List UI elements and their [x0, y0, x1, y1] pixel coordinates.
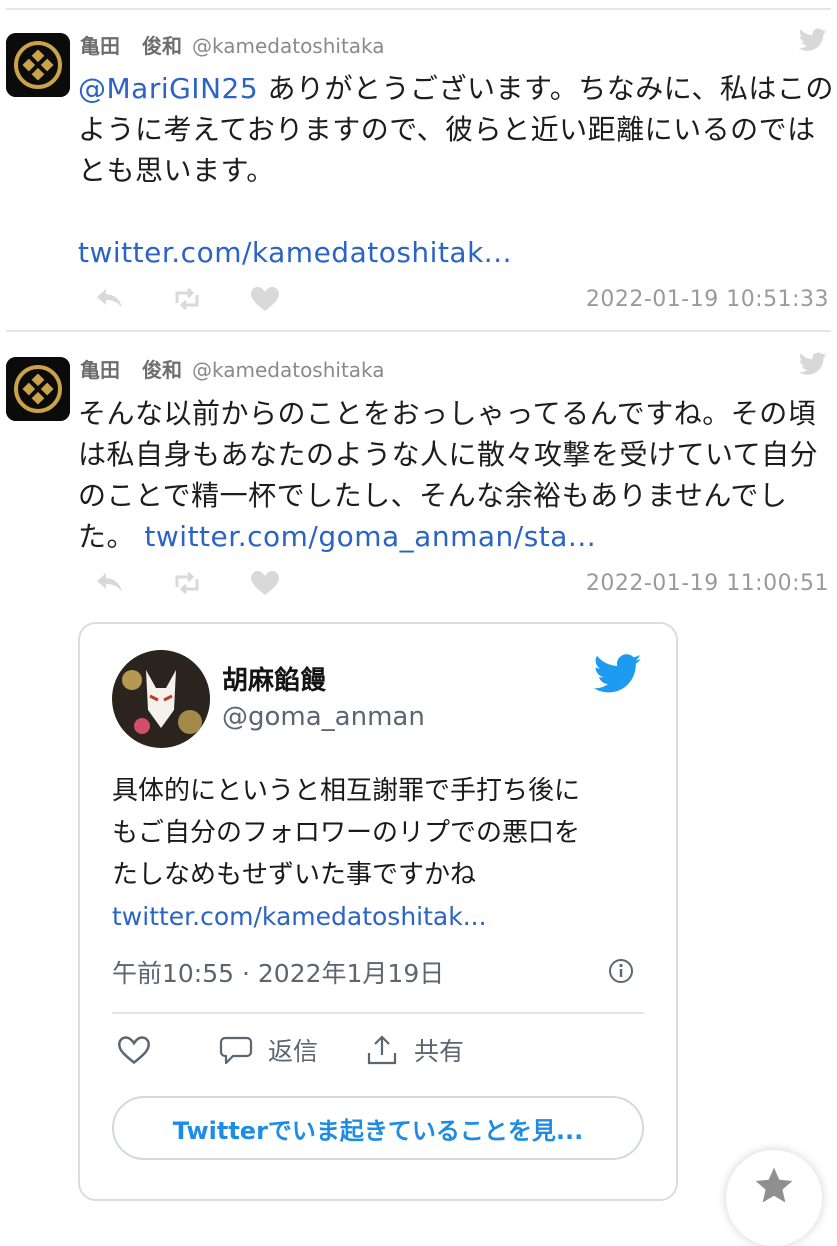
family-crest-icon: [6, 33, 70, 97]
embed-author-handle[interactable]: @goma_anman: [222, 702, 425, 732]
divider: [112, 1012, 644, 1014]
tweet-header: 亀田 俊和 @kamedatoshitaka: [80, 30, 385, 59]
twitter-bird-icon: [799, 28, 827, 51]
share-button[interactable]: 共有: [364, 1032, 464, 1068]
embed-tweet-text: 具体的にというと相互謝罪で手打ち後に もご自分のフォロワーのリプでの悪口を たし…: [112, 776, 581, 931]
star-icon: [755, 1167, 793, 1203]
tweet-actions: [92, 284, 282, 314]
like-heart-icon[interactable]: [248, 568, 282, 598]
like-heart-icon[interactable]: [116, 1032, 152, 1068]
author-handle[interactable]: @kamedatoshitaka: [192, 34, 385, 58]
embed-actions: 返信 共有: [116, 1032, 464, 1068]
twitter-bird-icon[interactable]: [594, 654, 642, 694]
author-handle[interactable]: @kamedatoshitaka: [192, 358, 385, 382]
share-label: 共有: [414, 1037, 465, 1066]
embed-timestamp[interactable]: 午前10:55 · 2022年1月19日: [112, 954, 444, 990]
tweet-header: 亀田 俊和 @kamedatoshitaka: [80, 354, 385, 383]
author-name[interactable]: 亀田 俊和: [80, 358, 182, 382]
reply-icon[interactable]: [92, 284, 126, 314]
tweet-link[interactable]: twitter.com/goma_anman/sta...: [144, 520, 596, 553]
favorite-fab-button[interactable]: [726, 1150, 822, 1246]
embed-link[interactable]: twitter.com/kamedatoshitak...: [112, 902, 487, 931]
embed-avatar[interactable]: [112, 650, 210, 748]
view-on-twitter-button[interactable]: Twitterでいま起きていることを見...: [112, 1096, 644, 1160]
divider: [6, 330, 831, 332]
fox-mask-avatar-icon: [112, 650, 210, 748]
reply-label: 返信: [268, 1037, 319, 1066]
avatar[interactable]: [6, 357, 70, 421]
like-heart-icon[interactable]: [248, 284, 282, 314]
comment-bubble-icon: [218, 1032, 254, 1068]
tweet-link[interactable]: twitter.com/kamedatoshitak...: [78, 236, 512, 269]
family-crest-icon: [6, 357, 70, 421]
reply-icon[interactable]: [92, 568, 126, 598]
retweet-icon[interactable]: [170, 568, 204, 598]
tweet-actions: [92, 568, 282, 598]
twitter-bird-icon: [799, 352, 827, 375]
avatar[interactable]: [6, 33, 70, 97]
divider: [6, 8, 831, 10]
tweet-text: @MariGIN25 ありがとうございます。ちなみに、私はこの ように考えており…: [78, 72, 834, 269]
tweet-text: そんな以前からのことをおっしゃってるんですね。その頃 は私自身もあなたのような人…: [78, 397, 819, 553]
tweet-timestamp[interactable]: 2022-01-19 11:00:51: [586, 571, 829, 596]
author-name[interactable]: 亀田 俊和: [80, 34, 182, 58]
embedded-tweet-card[interactable]: 胡麻餡饅 @goma_anman 具体的にというと相互謝罪で手打ち後に もご自分…: [78, 622, 678, 1201]
info-icon[interactable]: [608, 958, 634, 984]
reply-button[interactable]: 返信: [218, 1032, 318, 1068]
tweet-timestamp[interactable]: 2022-01-19 10:51:33: [586, 287, 829, 312]
share-upload-icon: [364, 1032, 400, 1068]
retweet-icon[interactable]: [170, 284, 204, 314]
embed-author-name[interactable]: 胡麻餡饅: [222, 660, 326, 697]
mention-link[interactable]: @MariGIN25: [78, 72, 258, 105]
